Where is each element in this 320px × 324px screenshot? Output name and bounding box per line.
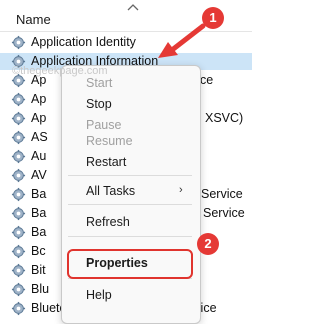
menu-item-start[interactable]: Start	[86, 76, 112, 90]
menu-item-pause[interactable]: Pause	[86, 118, 121, 132]
menu-item-refresh[interactable]: Refresh	[86, 215, 130, 229]
service-name: Ap	[31, 92, 47, 106]
watermark-text: ©thegeekpage.com	[12, 65, 108, 77]
menu-item-stop[interactable]: Stop	[86, 97, 112, 111]
menu-item-restart[interactable]: Restart	[86, 155, 126, 169]
service-name-tail: ce	[200, 73, 214, 87]
list-item[interactable]: Application Identity	[0, 34, 252, 51]
menu-separator	[68, 204, 192, 205]
service-name: Bc	[31, 244, 46, 258]
service-gear-icon	[11, 225, 26, 240]
menu-item-all-tasks[interactable]: All Tasks	[86, 184, 135, 198]
service-gear-icon	[11, 130, 26, 145]
menu-separator	[68, 175, 192, 176]
service-name-tail: XSVC)	[205, 111, 244, 125]
service-gear-icon	[11, 35, 26, 50]
service-gear-icon	[11, 244, 26, 259]
step-badge-2: 2	[197, 233, 219, 255]
service-gear-icon	[11, 263, 26, 278]
submenu-arrow-icon: ›	[179, 184, 183, 196]
service-gear-icon	[11, 149, 26, 164]
menu-item-help[interactable]: Help	[86, 288, 112, 302]
service-name: Ba	[31, 225, 47, 239]
service-name: Ba	[31, 206, 47, 220]
service-gear-icon	[11, 168, 26, 183]
sort-chevron-icon[interactable]	[126, 3, 140, 13]
service-gear-icon	[11, 111, 26, 126]
service-name: Application Identity	[31, 35, 136, 49]
properties-highlight-box	[67, 249, 193, 279]
service-name: Ba	[31, 187, 47, 201]
service-gear-icon	[11, 301, 26, 316]
service-name-tail: Service	[201, 187, 243, 201]
service-name: Blu	[31, 282, 50, 296]
step-badge-1: 1	[202, 7, 224, 29]
service-name: Ap	[31, 111, 47, 125]
menu-separator	[68, 236, 192, 237]
menu-item-resume[interactable]: Resume	[86, 134, 133, 148]
service-name: Au	[31, 149, 47, 163]
service-name: AS	[31, 130, 48, 144]
service-gear-icon	[11, 282, 26, 297]
context-menu: Start Stop Pause Resume Restart All Task…	[61, 65, 201, 324]
service-name: Bit	[31, 263, 46, 277]
column-name-header[interactable]: Name	[16, 12, 51, 27]
service-gear-icon	[11, 206, 26, 221]
service-gear-icon	[11, 92, 26, 107]
service-name: AV	[31, 168, 47, 182]
service-name-tail: Service	[203, 206, 245, 220]
service-gear-icon	[11, 187, 26, 202]
header-divider	[0, 31, 252, 32]
